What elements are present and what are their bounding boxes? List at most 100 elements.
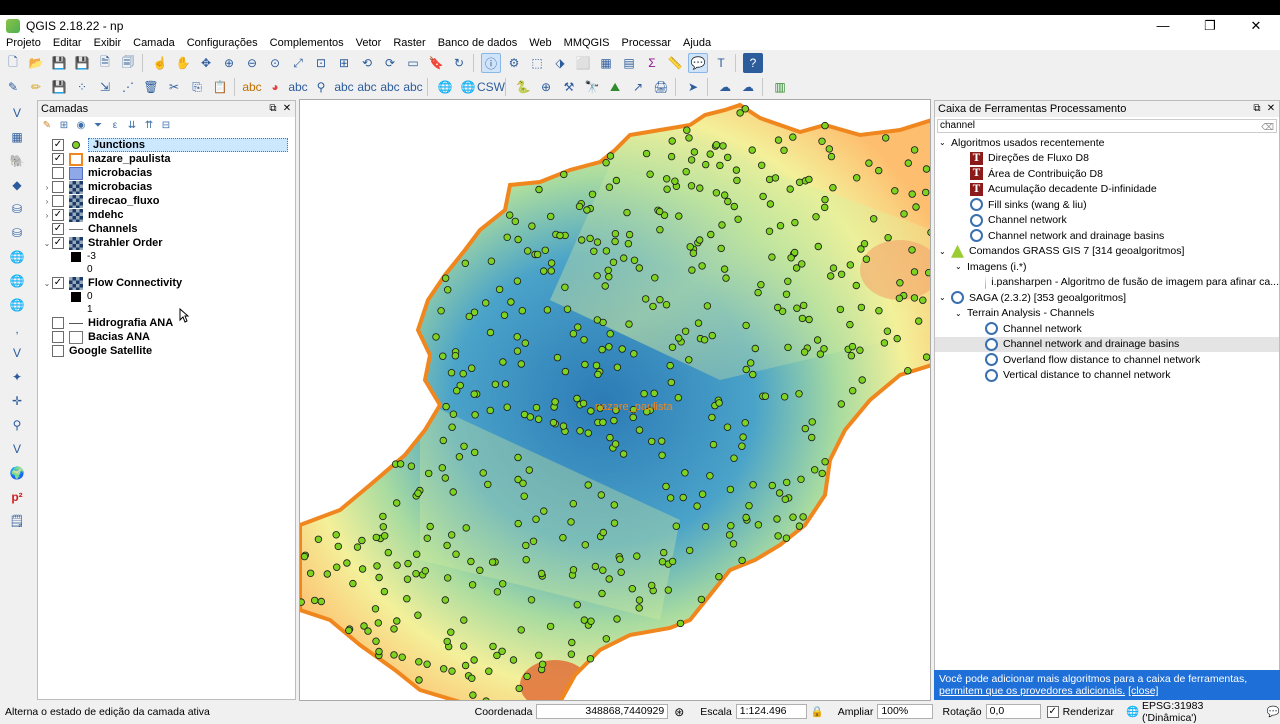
processing-icon[interactable]: ⚒ <box>559 77 579 97</box>
layer-row-microbacias-vector[interactable]: microbacias <box>38 166 295 180</box>
menu-camada[interactable]: Camada <box>127 36 181 50</box>
algorithm-item[interactable]: Channel network <box>935 321 1279 337</box>
menu-web[interactable]: Web <box>523 36 557 50</box>
zoom-selection-icon[interactable]: ⊡ <box>311 53 331 73</box>
statistics-icon[interactable]: Σ <box>642 53 662 73</box>
pan-icon[interactable]: ✋ <box>173 53 193 73</box>
map-svg[interactable]: nazare_paulista <box>300 100 931 701</box>
chevron-down-icon[interactable]: ⌄ <box>42 239 52 248</box>
move-label-icon[interactable]: abc <box>357 77 377 97</box>
zoom-input[interactable]: 100% <box>877 704 933 719</box>
menu-processar[interactable]: Processar <box>616 36 678 50</box>
python-console-icon[interactable]: 🐍 <box>513 77 533 97</box>
close-window-button[interactable]: ✕ <box>1233 15 1279 36</box>
graph-icon[interactable]: ↗ <box>628 77 648 97</box>
measure-icon[interactable]: 📏 <box>665 53 685 73</box>
layer-visibility-checkbox[interactable]: ✓ <box>52 153 64 165</box>
coordinate-field[interactable]: 348868,7440929 <box>536 704 669 719</box>
touch-zoom-icon[interactable]: ☝ <box>150 53 170 73</box>
menu-mmqgis[interactable]: MMQGIS <box>558 36 616 50</box>
menu-banco-de-dados[interactable]: Banco de dados <box>432 36 524 50</box>
binoculars-icon[interactable]: 🔭 <box>582 77 602 97</box>
zoom-next-icon[interactable]: ⟳ <box>380 53 400 73</box>
add-wms-icon[interactable]: 🌐 <box>435 77 455 97</box>
layer-visibility-checkbox[interactable] <box>52 331 64 343</box>
add-postgis-icon[interactable]: 🐘 <box>5 150 29 172</box>
composer-manager-icon[interactable]: 🗐 <box>118 53 138 73</box>
filter-icon[interactable]: ⏷ <box>91 119 105 133</box>
cut-features-icon[interactable]: ✂ <box>164 77 184 97</box>
current-edits-icon[interactable]: ✎ <box>3 77 23 97</box>
close-panel-icon[interactable]: ✕ <box>1265 101 1277 117</box>
collapse-all-icon[interactable]: ⇈ <box>142 119 156 133</box>
layer-row-flow-connectivity[interactable]: ⌄ ✓ Flow Connectivity <box>38 276 295 290</box>
rotation-input[interactable]: 0,0 <box>985 704 1041 719</box>
help-icon[interactable]: ? <box>743 53 763 73</box>
menu-projeto[interactable]: Projeto <box>0 36 47 50</box>
chevron-right-icon[interactable]: › <box>42 211 52 220</box>
render-checkbox[interactable]: ✓ <box>1046 705 1059 718</box>
zoom-last-icon[interactable]: ⟲ <box>357 53 377 73</box>
select-features-icon[interactable]: ⬚ <box>527 53 547 73</box>
copy-features-icon[interactable]: ⎘ <box>187 77 207 97</box>
zoom-out-icon[interactable]: ⊖ <box>242 53 262 73</box>
new-map-view-icon[interactable]: ▭ <box>403 53 423 73</box>
float-panel-icon[interactable]: ⧉ <box>267 101 279 117</box>
add-wfs-layer-icon[interactable]: 🌐 <box>5 270 29 292</box>
layer-row-hidrografia-ana[interactable]: Hidrografia ANA <box>38 316 295 330</box>
select-by-value-icon[interactable]: ⬗ <box>550 53 570 73</box>
menu-editar[interactable]: Editar <box>47 36 88 50</box>
rotate-label-icon[interactable]: abc <box>380 77 400 97</box>
algorithm-item[interactable]: Overland flow distance to channel networ… <box>935 352 1279 368</box>
terrain-profile-icon[interactable]: ⛰ <box>605 77 625 97</box>
layer-row-channels[interactable]: ✓ Channels <box>38 222 295 236</box>
layer-visibility-checkbox[interactable]: ✓ <box>52 209 64 221</box>
attribute-table-icon[interactable]: ▦ <box>596 53 616 73</box>
open-project-icon[interactable]: 📂 <box>26 53 46 73</box>
group-grass[interactable]: ⌄ Comandos GRASS GIS 7 [314 geoalgoritmo… <box>935 244 1279 260</box>
close-panel-icon[interactable]: ✕ <box>281 101 293 117</box>
pan-to-selection-icon[interactable]: ✥ <box>196 53 216 73</box>
add-mssql-icon[interactable]: ⛁ <box>5 198 29 220</box>
subgroup-terrain-channels[interactable]: ⌄ Terrain Analysis - Channels <box>935 306 1279 322</box>
menu-configuracoes[interactable]: Configurações <box>181 36 264 50</box>
subgroup-imagens[interactable]: ⌄ Imagens (i.*) <box>935 259 1279 275</box>
info-close-link[interactable]: [close] <box>1128 685 1158 697</box>
layer-row-junctions[interactable]: ✓ Junctions <box>38 138 295 152</box>
layer-row-nazare-paulista[interactable]: ✓ nazare_paulista <box>38 152 295 166</box>
zoom-layer-icon[interactable]: ⊞ <box>334 53 354 73</box>
float-panel-icon[interactable]: ⧉ <box>1251 101 1263 117</box>
group-saga[interactable]: ⌄ SAGA (2.3.2) [353 geoalgoritmos] <box>935 290 1279 306</box>
menu-ajuda[interactable]: Ajuda <box>677 36 717 50</box>
zoom-in-icon[interactable]: ⊕ <box>219 53 239 73</box>
style-icon[interactable]: ✎ <box>40 119 54 133</box>
maximize-button[interactable]: ❐ <box>1187 15 1233 36</box>
globe-tool-icon[interactable]: 🌍 <box>5 462 29 484</box>
add-delimited-text-icon[interactable]: , <box>5 318 29 340</box>
layer-visibility-checkbox[interactable] <box>52 345 64 357</box>
processing-search-input[interactable]: channel ⌫ <box>937 119 1277 133</box>
layer-visibility-checkbox[interactable] <box>52 167 64 179</box>
add-raster-layer-icon[interactable]: ▦ <box>5 126 29 148</box>
chevron-down-icon[interactable]: ⌄ <box>939 138 951 147</box>
map-tips-icon[interactable]: 💬 <box>688 53 708 73</box>
add-virtual-layer-icon[interactable]: V <box>5 342 29 364</box>
cloud-sync-icon[interactable]: ☁ <box>738 77 758 97</box>
digitize-icon[interactable]: ✛ <box>5 390 29 412</box>
algorithm-item[interactable]: Channel network and drainage basins <box>935 228 1279 244</box>
menu-raster[interactable]: Raster <box>387 36 431 50</box>
layer-visibility-checkbox[interactable]: ✓ <box>52 277 64 289</box>
add-group-icon[interactable]: ⊞ <box>57 119 71 133</box>
save-as-icon[interactable]: 💾 <box>72 53 92 73</box>
menu-complementos[interactable]: Complementos <box>264 36 350 50</box>
save-edits-icon[interactable]: 💾 <box>49 77 69 97</box>
cloud-icon[interactable]: ☁ <box>715 77 735 97</box>
run-action-icon[interactable]: ⚙ <box>504 53 524 73</box>
change-label-icon[interactable]: abc <box>403 77 423 97</box>
add-wcs-layer-icon[interactable]: 🌐 <box>5 294 29 316</box>
add-oracle-icon[interactable]: ⛁ <box>5 222 29 244</box>
print-icon[interactable]: 🖨 <box>651 77 671 97</box>
bookmark-icon[interactable]: 🔖 <box>426 53 446 73</box>
layer-visibility-checkbox[interactable]: ✓ <box>52 223 64 235</box>
group-recent[interactable]: ⌄ Algoritmos usados recentemente <box>935 135 1279 151</box>
